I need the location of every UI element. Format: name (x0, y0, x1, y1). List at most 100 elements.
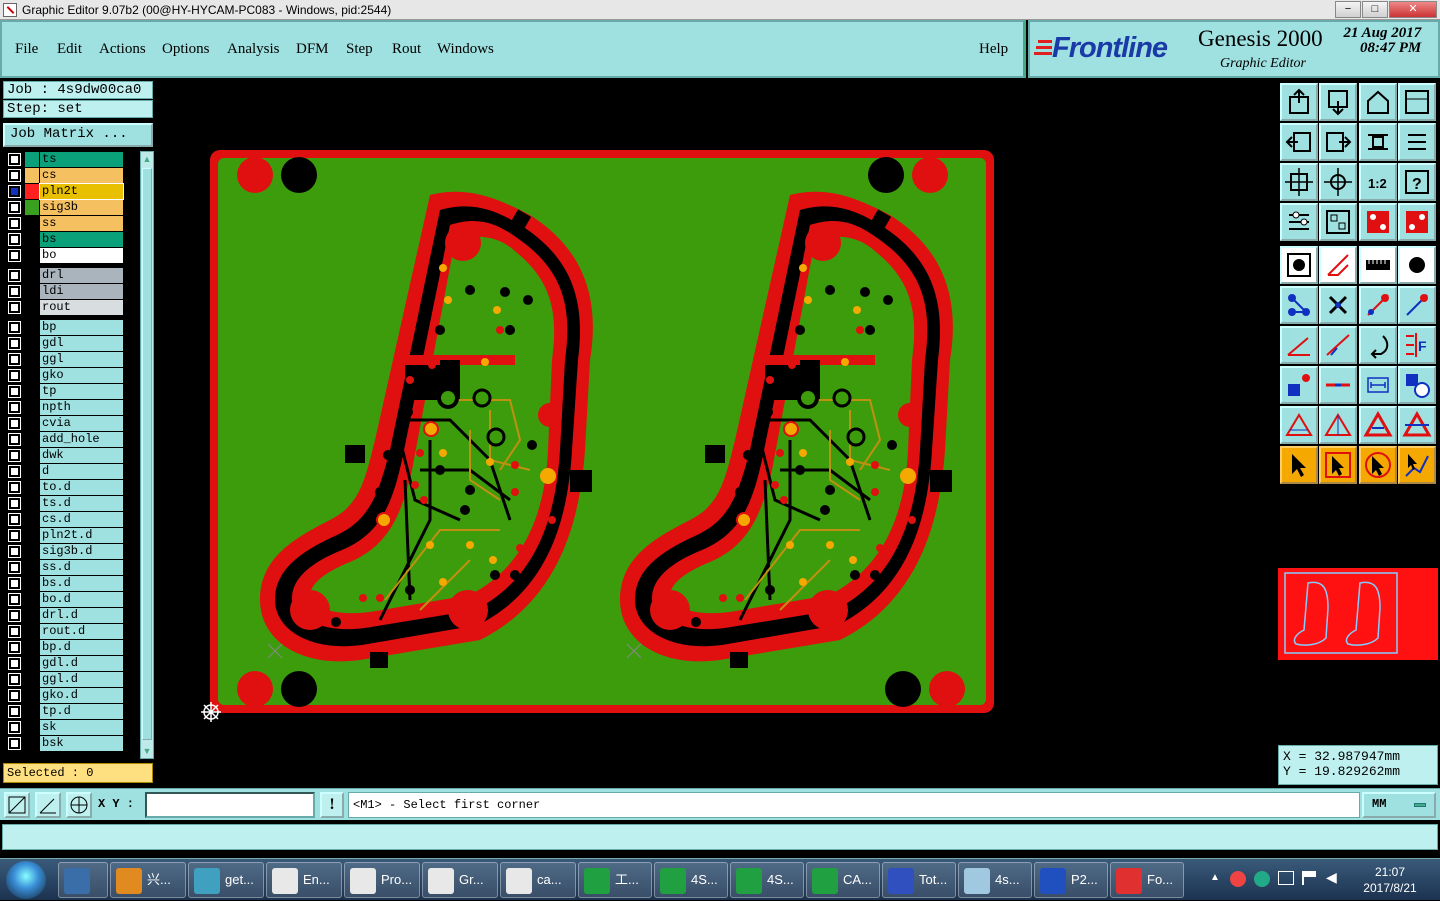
layer-row-tp[interactable]: tp (3, 384, 138, 400)
scale-1-2-icon[interactable]: 1:2 (1359, 163, 1397, 201)
volume-icon[interactable]: ◀ (1326, 869, 1337, 886)
mirror-icon[interactable]: F (1398, 326, 1436, 364)
layer-row-to-d[interactable]: to.d↗ (3, 480, 138, 496)
close-button[interactable]: ✕ (1389, 1, 1437, 18)
dot-icon[interactable] (1398, 246, 1436, 284)
layer-checkbox[interactable] (8, 169, 21, 182)
menu-rout[interactable]: Rout (392, 41, 421, 58)
layer-row-rout-d[interactable]: rout.d (3, 624, 138, 640)
pointer-area-icon[interactable] (1359, 446, 1397, 484)
layers-red-icon[interactable] (1359, 203, 1397, 241)
measure-icon[interactable] (1319, 366, 1357, 404)
taskbar-item[interactable]: Tot... (882, 862, 956, 898)
units-select[interactable]: MM (1362, 792, 1436, 818)
snap-icon[interactable] (1359, 286, 1397, 324)
layer-checkbox[interactable] (8, 513, 21, 526)
move-icon[interactable] (1280, 366, 1318, 404)
layer-checkbox[interactable] (8, 269, 21, 282)
triangle2-icon[interactable] (1319, 406, 1357, 444)
triangle4-icon[interactable] (1398, 406, 1436, 444)
layer-row-ldi[interactable]: ldi (3, 284, 138, 300)
layer-checkbox[interactable] (8, 249, 21, 262)
pcb-drawing[interactable] (157, 78, 1275, 788)
taskbar-item[interactable]: Pro... (344, 862, 420, 898)
taskbar-item[interactable]: ca... (500, 862, 576, 898)
tray-app-icon[interactable] (1230, 871, 1246, 887)
taskbar-item[interactable]: Gr... (422, 862, 498, 898)
pointer-path-icon[interactable] (1398, 446, 1436, 484)
layer-row-ts[interactable]: ts (3, 152, 138, 168)
taskbar-item[interactable]: CA... (806, 862, 880, 898)
snap2-icon[interactable] (1398, 286, 1436, 324)
taskbar-item[interactable]: Fo... (1110, 862, 1184, 898)
layer-row-bp[interactable]: bp (3, 320, 138, 336)
triangle3-icon[interactable] (1359, 406, 1397, 444)
layer-row-bo-d[interactable]: bo.d (3, 592, 138, 608)
zoom-home-icon[interactable] (1280, 83, 1318, 121)
layer-row-ss[interactable]: ss (3, 216, 138, 232)
exclamation-button[interactable]: ! (320, 792, 344, 818)
layer-checkbox[interactable] (8, 609, 21, 622)
layer-checkbox[interactable] (8, 545, 21, 558)
graphic-canvas[interactable] (157, 78, 1275, 788)
layer-scrollbar[interactable]: ▲ ▼ (140, 151, 154, 759)
layer-row-cs-d[interactable]: cs.d (3, 512, 138, 528)
layer-checkbox[interactable] (8, 481, 21, 494)
layer-checkbox[interactable] (8, 689, 21, 702)
scroll-thumb[interactable] (142, 168, 152, 740)
home-icon[interactable] (1359, 83, 1397, 121)
xy-input[interactable] (145, 792, 315, 818)
scroll-down-icon[interactable]: ▼ (142, 745, 152, 757)
layer-checkbox[interactable] (8, 465, 21, 478)
layer-row-drl[interactable]: drl (3, 268, 138, 284)
taskbar-item[interactable]: 4S... (654, 862, 728, 898)
settings-icon[interactable] (1280, 203, 1318, 241)
fit-icon[interactable] (1280, 163, 1318, 201)
tray-arrow-icon[interactable]: ▲ (1210, 872, 1220, 883)
layer-row-cvia[interactable]: cvia (3, 416, 138, 432)
taskbar-item[interactable] (58, 862, 108, 898)
line-edit-icon[interactable] (1319, 246, 1357, 284)
layer-checkbox[interactable] (8, 673, 21, 686)
layer-row-bp-d[interactable]: bp.d (3, 640, 138, 656)
menu-windows[interactable]: Windows (437, 41, 494, 58)
layer-row-dwk[interactable]: dwk (3, 448, 138, 464)
layer-checkbox[interactable] (8, 577, 21, 590)
start-button[interactable] (6, 861, 46, 899)
layer-row-drl-d[interactable]: drl.d (3, 608, 138, 624)
layer-row-ggl-d[interactable]: ggl.d (3, 672, 138, 688)
layer-checkbox[interactable] (8, 337, 21, 350)
undo-view-icon[interactable] (1359, 123, 1397, 161)
snap-icon[interactable] (4, 792, 30, 818)
layer-checkbox[interactable] (8, 721, 21, 734)
layer-row-bs[interactable]: bs (3, 232, 138, 248)
layer-row-pln2t-d[interactable]: pln2t.d (3, 528, 138, 544)
layer-checkbox[interactable] (8, 561, 21, 574)
angle-snap-icon[interactable] (35, 792, 61, 818)
zoom-page-icon[interactable] (1319, 83, 1357, 121)
menu-analysis[interactable]: Analysis (227, 41, 280, 58)
layer-checkbox[interactable] (8, 353, 21, 366)
layer-checkbox[interactable] (8, 417, 21, 430)
layer-row-gdl[interactable]: gdl (3, 336, 138, 352)
pan-right-icon[interactable] (1319, 123, 1357, 161)
layer-checkbox[interactable] (8, 285, 21, 298)
window-icon[interactable] (1398, 83, 1436, 121)
slash-icon[interactable] (1319, 326, 1357, 364)
layer-checkbox[interactable] (8, 385, 21, 398)
layer-checkbox[interactable] (8, 321, 21, 334)
flag-icon[interactable] (1302, 871, 1316, 885)
layer-row-bs-d[interactable]: bs.d (3, 576, 138, 592)
menu-help[interactable]: Help (979, 41, 1008, 58)
layer-checkbox[interactable] (8, 737, 21, 750)
layer-checkbox[interactable] (8, 449, 21, 462)
layer-checkbox[interactable] (8, 233, 21, 246)
menu-dfm[interactable]: DFM (296, 41, 329, 58)
layer-row-gko-d[interactable]: gko.d↗ (3, 688, 138, 704)
menu-step[interactable]: Step (346, 41, 373, 58)
connect-icon[interactable] (1280, 286, 1318, 324)
rotate-icon[interactable] (1359, 326, 1397, 364)
angle-icon[interactable] (1280, 326, 1318, 364)
ruler-icon[interactable] (1359, 246, 1397, 284)
menu-actions[interactable]: Actions (99, 41, 146, 58)
